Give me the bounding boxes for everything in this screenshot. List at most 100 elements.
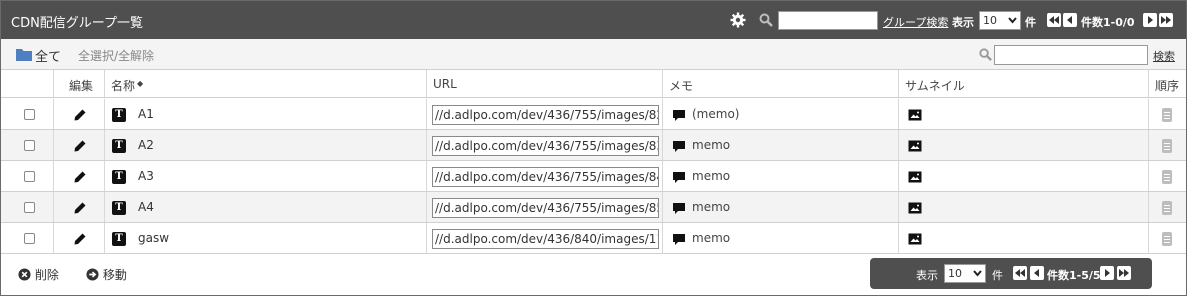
- url-field[interactable]: //d.adlpo.com/dev/436/755/images/85.png: [432, 198, 659, 218]
- drag-handle-icon[interactable]: [1162, 139, 1172, 153]
- image-icon[interactable]: [908, 109, 922, 121]
- delete-button[interactable]: 削除: [18, 266, 59, 283]
- row-checkbox[interactable]: [24, 202, 35, 213]
- first-page-button[interactable]: [1013, 266, 1027, 280]
- row-memo: memo: [692, 169, 731, 183]
- row-checkbox[interactable]: [24, 233, 35, 244]
- row-memo: memo: [692, 138, 731, 152]
- row-name[interactable]: gasw: [138, 231, 169, 245]
- sort-icon[interactable]: ◆: [137, 79, 143, 88]
- image-icon[interactable]: [908, 140, 922, 152]
- footer-pager: 表示 10 件 件数1-5/5: [870, 258, 1152, 289]
- pencil-icon[interactable]: [73, 232, 87, 246]
- double-left-icon: [1049, 16, 1059, 24]
- pencil-icon[interactable]: [73, 170, 87, 184]
- row-memo: memo: [692, 200, 731, 214]
- row-name[interactable]: A1: [138, 107, 154, 121]
- circle-arrow-icon: [86, 268, 99, 281]
- drag-handle-icon[interactable]: [1162, 170, 1172, 184]
- double-right-icon: [1119, 269, 1129, 277]
- url-field[interactable]: //d.adlpo.com/dev/436/755/images/83.png: [432, 136, 659, 156]
- group-search-input[interactable]: [778, 11, 878, 30]
- row-checkbox[interactable]: [24, 109, 35, 120]
- col-edit-label: 編集: [69, 79, 94, 93]
- row-name[interactable]: A4: [138, 200, 154, 214]
- image-icon[interactable]: [908, 233, 922, 245]
- row-name[interactable]: A2: [138, 138, 154, 152]
- per-page-select[interactable]: 10: [944, 264, 986, 283]
- search-icon: [759, 13, 773, 27]
- select-all-toggle[interactable]: 全選択/全解除: [78, 47, 154, 64]
- per-page-select[interactable]: 10: [979, 11, 1021, 30]
- table-row: T A1 //d.adlpo.com/dev/436/755/images/82.p…: [1, 99, 1186, 130]
- row-thumbnail-cell: [899, 161, 1149, 191]
- image-icon[interactable]: [908, 171, 922, 183]
- pencil-icon[interactable]: [73, 201, 87, 215]
- prev-page-button[interactable]: [1030, 266, 1044, 280]
- drag-handle-icon[interactable]: [1162, 108, 1172, 122]
- search-link[interactable]: 検索: [1153, 48, 1175, 64]
- delete-label: 削除: [34, 268, 59, 282]
- right-icon: [1148, 16, 1153, 24]
- next-page-button[interactable]: [1100, 266, 1114, 280]
- table-row: T A4 //d.adlpo.com/dev/436/755/images/85.p…: [1, 192, 1186, 223]
- folder-icon: [16, 49, 32, 61]
- row-thumbnail-cell: [899, 130, 1149, 160]
- pencil-icon[interactable]: [73, 108, 87, 122]
- drag-handle-icon[interactable]: [1162, 201, 1172, 215]
- speech-bubble-icon[interactable]: [672, 171, 686, 184]
- right-icon: [1105, 269, 1110, 277]
- group-search-link[interactable]: グループ検索: [883, 14, 948, 30]
- search-input[interactable]: [994, 45, 1148, 65]
- table-header-row: 編集 名称 ◆ URL メモ サムネイル 順序: [1, 70, 1186, 98]
- row-checkbox[interactable]: [24, 171, 35, 182]
- text-type-icon: T: [112, 139, 126, 153]
- speech-bubble-icon[interactable]: [672, 202, 686, 215]
- last-page-button[interactable]: [1117, 266, 1131, 280]
- record-count: 件数1-5/5: [1047, 269, 1101, 282]
- per-page-value: 10: [983, 14, 997, 27]
- page-title: CDN配信グループ一覧: [11, 16, 144, 31]
- search-icon: [979, 48, 992, 61]
- double-right-icon: [1161, 16, 1171, 24]
- circle-x-icon: [18, 268, 31, 281]
- display-label: 表示: [952, 16, 974, 29]
- col-memo-label: メモ: [669, 79, 694, 93]
- header-bar: CDN配信グループ一覧 グループ検索 表示 10 件 件数1-0/0: [1, 1, 1186, 39]
- next-page-button[interactable]: [1143, 13, 1157, 27]
- move-button[interactable]: 移動: [86, 266, 127, 283]
- url-field[interactable]: //d.adlpo.com/dev/436/840/images/113.png: [432, 229, 659, 249]
- row-memo: (memo): [692, 107, 740, 121]
- row-name[interactable]: A3: [138, 169, 154, 183]
- col-name[interactable]: 名称 ◆: [105, 70, 427, 97]
- per-page-value: 10: [948, 267, 962, 280]
- text-type-icon: T: [112, 201, 126, 215]
- pencil-icon[interactable]: [73, 139, 87, 153]
- url-field[interactable]: //d.adlpo.com/dev/436/755/images/84.png: [432, 167, 659, 187]
- text-type-icon: T: [112, 170, 126, 184]
- url-field[interactable]: //d.adlpo.com/dev/436/755/images/82.png: [432, 105, 659, 125]
- drag-handle-icon[interactable]: [1162, 232, 1172, 246]
- speech-bubble-icon[interactable]: [672, 233, 686, 246]
- table-row: Tgasw //d.adlpo.com/dev/436/840/images/11…: [1, 223, 1186, 254]
- chevron-down-icon: [1008, 17, 1017, 24]
- first-page-button[interactable]: [1047, 13, 1061, 27]
- text-type-icon: T: [112, 232, 126, 246]
- table-row: T A2 //d.adlpo.com/dev/436/755/images/83.p…: [1, 130, 1186, 161]
- per-page-unit: 件: [1025, 16, 1036, 29]
- speech-bubble-icon[interactable]: [672, 140, 686, 153]
- left-icon: [1067, 16, 1072, 24]
- double-left-icon: [1015, 269, 1025, 277]
- col-edit: 編集: [54, 70, 105, 97]
- image-icon[interactable]: [908, 202, 922, 214]
- speech-bubble-icon[interactable]: [672, 109, 686, 122]
- row-thumbnail-cell: [899, 99, 1149, 129]
- last-page-button[interactable]: [1159, 13, 1173, 27]
- record-count: 件数1-0/0: [1081, 16, 1135, 29]
- row-thumbnail-cell: [899, 223, 1149, 253]
- col-thumbnail: サムネイル: [899, 70, 1149, 97]
- prev-page-button[interactable]: [1063, 13, 1077, 27]
- row-checkbox[interactable]: [24, 140, 35, 151]
- gear-icon[interactable]: [730, 12, 746, 28]
- all-folder-label[interactable]: 全て: [35, 46, 61, 65]
